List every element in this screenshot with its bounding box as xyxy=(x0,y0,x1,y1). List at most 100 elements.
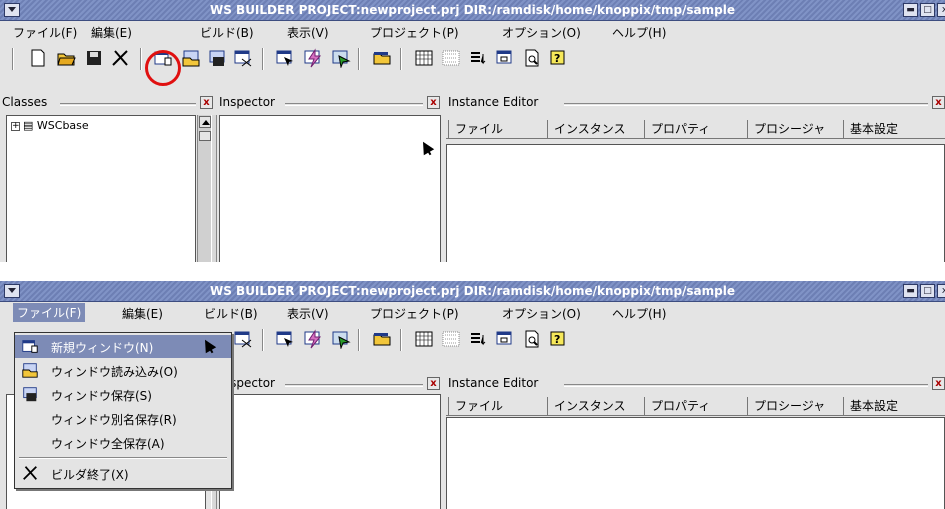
menu-item-load-window[interactable]: ウィンドウ読み込み(O) xyxy=(15,359,231,382)
preview-icon[interactable] xyxy=(522,48,542,68)
instance-editor-header: Instance Editor x xyxy=(444,376,945,394)
menu-help[interactable]: ヘルプ(H) xyxy=(612,24,666,41)
close-icon[interactable]: x xyxy=(937,3,945,17)
help-icon[interactable]: ? xyxy=(548,48,568,68)
menubar: ファイル(F) 編集(E) ビルド(B) 表示(V) プロジェクト(P) オプシ… xyxy=(0,302,945,323)
inspect-icon[interactable] xyxy=(495,48,515,68)
classes-scrollbar[interactable] xyxy=(197,115,211,262)
dotted-grid-icon[interactable] xyxy=(441,329,461,349)
title-bar[interactable]: WS BUILDER PROJECT:newproject.prj DIR:/r… xyxy=(0,0,945,21)
svg-text:?: ? xyxy=(554,333,560,346)
grid-icon[interactable] xyxy=(414,48,434,68)
maximize-icon[interactable]: □ xyxy=(920,284,935,298)
build-icon[interactable] xyxy=(275,329,295,349)
preview-icon[interactable] xyxy=(522,329,542,349)
toolbar-separator xyxy=(262,48,264,70)
list-icon[interactable] xyxy=(468,329,488,349)
menu-item-exit-builder[interactable]: ビルダ終了(X) xyxy=(15,462,231,485)
close-pane-icon[interactable]: x xyxy=(427,96,440,109)
tab-settings[interactable]: 基本設定 xyxy=(843,120,898,138)
compile-icon[interactable] xyxy=(303,329,323,349)
menu-help[interactable]: ヘルプ(H) xyxy=(612,305,666,322)
tab-instance[interactable]: インスタンス xyxy=(547,397,626,415)
list-icon[interactable] xyxy=(468,48,488,68)
close-pane-icon[interactable]: x xyxy=(200,96,213,109)
save-window-icon xyxy=(21,385,39,403)
instance-editor-body[interactable] xyxy=(446,144,945,262)
tab-file[interactable]: ファイル xyxy=(448,120,503,138)
grid-icon[interactable] xyxy=(414,329,434,349)
menu-project[interactable]: プロジェクト(P) xyxy=(370,24,459,41)
run-icon[interactable] xyxy=(331,48,351,68)
load-window-icon[interactable] xyxy=(181,48,201,68)
folder-icon[interactable] xyxy=(372,48,392,68)
menu-project[interactable]: プロジェクト(P) xyxy=(370,305,459,322)
help-icon[interactable]: ? xyxy=(548,329,568,349)
menu-file[interactable]: ファイル(F) xyxy=(13,24,77,41)
tab-property[interactable]: プロパティ xyxy=(644,397,710,415)
menu-build[interactable]: ビルド(B) xyxy=(200,24,254,41)
tree-item-wscbase[interactable]: + ▤ WSCbase xyxy=(11,119,89,132)
exit-builder-icon[interactable] xyxy=(110,48,130,68)
menu-item-save-window-as[interactable]: ウィンドウ別名保存(R) xyxy=(15,407,231,430)
title-bar[interactable]: WS BUILDER PROJECT:newproject.prj DIR:/r… xyxy=(0,281,945,302)
scroll-up-icon[interactable] xyxy=(199,116,211,128)
save-disk-icon[interactable] xyxy=(84,48,104,68)
instance-editor-tabs: ファイル インスタンス プロパティ プロシージャ 基本設定 xyxy=(446,394,945,416)
tab-file[interactable]: ファイル xyxy=(448,397,503,415)
inspect-icon[interactable] xyxy=(495,329,515,349)
close-icon[interactable]: x xyxy=(937,284,945,298)
toolbar-separator xyxy=(140,48,142,70)
folder-icon[interactable] xyxy=(372,329,392,349)
delete-window-icon[interactable] xyxy=(233,48,253,68)
header-divider xyxy=(564,384,928,387)
minimize-icon[interactable]: ▬ xyxy=(903,284,918,298)
menu-item-save-all-windows[interactable]: ウィンドウ全保存(A) xyxy=(15,431,231,454)
delete-window-icon[interactable] xyxy=(233,329,253,349)
tab-procedure[interactable]: プロシージャ xyxy=(747,397,825,415)
tab-settings[interactable]: 基本設定 xyxy=(843,397,898,415)
maximize-icon[interactable]: □ xyxy=(920,3,935,17)
menu-item-label: ウィンドウ保存(S) xyxy=(51,389,152,403)
instance-editor-body[interactable] xyxy=(446,417,945,509)
exit-builder-icon xyxy=(21,464,39,482)
inspector-pane-header: Inspector x xyxy=(217,376,443,394)
compile-icon[interactable] xyxy=(303,48,323,68)
scroll-thumb[interactable] xyxy=(199,131,211,141)
menu-edit[interactable]: 編集(E) xyxy=(91,24,132,41)
instance-editor-title: Instance Editor xyxy=(448,95,542,109)
menu-item-save-window[interactable]: ウィンドウ保存(S) xyxy=(15,383,231,406)
build-icon[interactable] xyxy=(275,48,295,68)
menu-options[interactable]: オプション(O) xyxy=(502,24,581,41)
svg-text:?: ? xyxy=(554,52,560,65)
run-icon[interactable] xyxy=(331,329,351,349)
toolbar-separator xyxy=(12,48,14,70)
close-pane-icon[interactable]: x xyxy=(427,377,440,390)
menu-file[interactable]: ファイル(F) xyxy=(13,303,86,322)
pane-splitter[interactable] xyxy=(211,115,217,262)
menu-item-new-window[interactable]: 新規ウィンドウ(N) xyxy=(15,335,231,358)
toolbar-separator xyxy=(400,48,402,70)
file-menu-dropdown: 新規ウィンドウ(N) ウィンドウ読み込み(O) ウィンドウ保存(S) ウィンドウ… xyxy=(14,332,232,489)
menu-view[interactable]: 表示(V) xyxy=(287,305,329,322)
minimize-icon[interactable]: ▬ xyxy=(903,3,918,17)
close-pane-icon[interactable]: x xyxy=(932,96,945,109)
inspector-panel[interactable] xyxy=(219,115,441,262)
dotted-grid-icon[interactable] xyxy=(441,48,461,68)
menu-edit[interactable]: 編集(E) xyxy=(122,305,163,322)
menu-options[interactable]: オプション(O) xyxy=(502,305,581,322)
menu-item-label: ウィンドウ全保存(A) xyxy=(51,437,165,451)
close-pane-icon[interactable]: x xyxy=(932,377,945,390)
tab-instance[interactable]: インスタンス xyxy=(547,120,626,138)
menu-build[interactable]: ビルド(B) xyxy=(204,305,258,322)
open-folder-icon[interactable] xyxy=(56,48,76,68)
classes-tree[interactable]: + ▤ WSCbase xyxy=(6,115,196,262)
new-project-icon[interactable] xyxy=(28,48,48,68)
window-title: WS BUILDER PROJECT:newproject.prj DIR:/r… xyxy=(209,3,736,17)
tab-procedure[interactable]: プロシージャ xyxy=(747,120,825,138)
save-window-icon[interactable] xyxy=(207,48,227,68)
tab-property[interactable]: プロパティ xyxy=(644,120,710,138)
tree-expand-icon[interactable]: + xyxy=(11,121,20,131)
inspector-panel[interactable] xyxy=(219,394,441,509)
menu-view[interactable]: 表示(V) xyxy=(287,24,329,41)
